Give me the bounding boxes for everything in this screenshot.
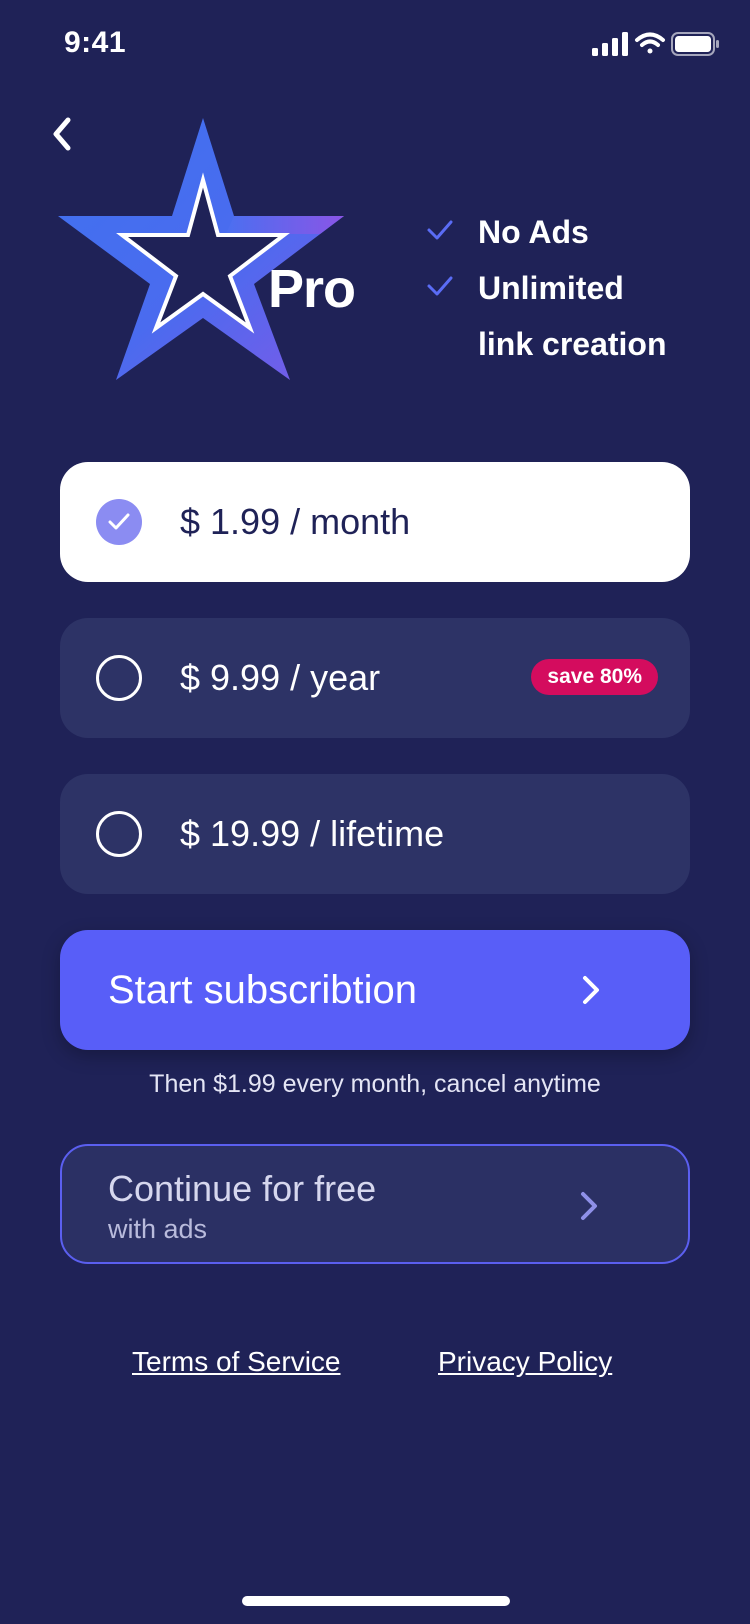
checkmark-icon [427, 220, 453, 240]
plan-price: $ 9.99 / year [180, 657, 381, 698]
save-badge: save 80% [531, 659, 658, 695]
feature-text: Unlimited [478, 270, 624, 306]
checkmark-icon [427, 276, 453, 296]
chevron-right-icon [581, 1192, 597, 1220]
plan-yearly[interactable]: $ 9.99 / year save 80% [60, 618, 690, 738]
feature-list: No Ads Unlimited link creation [426, 204, 667, 372]
free-subtitle: with ads [108, 1214, 208, 1244]
status-icons [592, 30, 720, 65]
terms-link[interactable]: Terms of Service [132, 1346, 341, 1378]
radio-unselected[interactable] [96, 811, 142, 857]
wifi-icon [635, 32, 665, 54]
start-subscription-button[interactable]: Start subscribtion [60, 930, 690, 1050]
plan-list: $ 1.99 / month $ 9.99 / year save 80% $ … [60, 462, 690, 930]
pro-label: Pro [268, 259, 356, 319]
home-indicator[interactable] [242, 1596, 510, 1606]
radio-selected[interactable] [96, 499, 142, 545]
radio-unselected[interactable] [96, 655, 142, 701]
battery-icon [671, 32, 719, 56]
feature-text: link creation [478, 326, 667, 362]
feature-item: Unlimited link creation [426, 260, 667, 372]
status-time: 9:41 [64, 26, 127, 59]
signal-icon [592, 32, 628, 56]
plan-price: $ 1.99 / month [180, 501, 411, 542]
subscription-note: Then $1.99 every month, cancel anytime [149, 1070, 601, 1098]
plan-price: $ 19.99 / lifetime [180, 813, 445, 854]
feature-item: No Ads [426, 204, 667, 260]
chevron-right-icon [583, 976, 599, 1004]
free-title: Continue for free [108, 1168, 377, 1209]
checkmark-icon [108, 513, 130, 530]
plan-lifetime[interactable]: $ 19.99 / lifetime [60, 774, 690, 894]
feature-text: No Ads [478, 214, 589, 250]
plan-monthly[interactable]: $ 1.99 / month [60, 462, 690, 582]
cta-label: Start subscribtion [108, 968, 418, 1012]
privacy-link[interactable]: Privacy Policy [438, 1346, 612, 1378]
continue-free-button[interactable]: Continue for free with ads [60, 1144, 690, 1264]
